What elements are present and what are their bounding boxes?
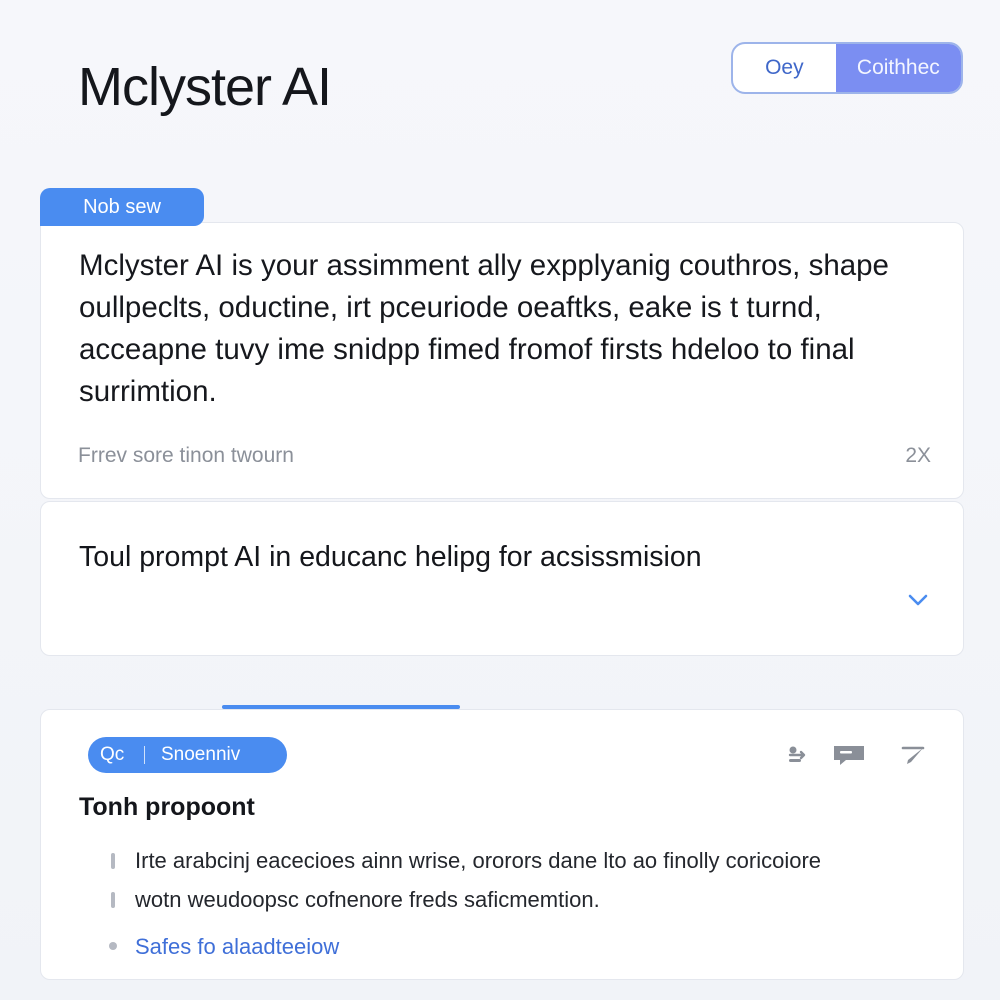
list-item-text: Irte arabcinj eacecioes ainn wrise, oror…	[135, 848, 822, 873]
prompt-card[interactable]: Toul prompt AI in educanc helipg for acs…	[40, 501, 964, 656]
view-toggle[interactable]: Oey Coithhec	[731, 42, 963, 94]
toggle-option-right[interactable]: Coithhec	[835, 44, 961, 92]
search-pill[interactable]: Qc Snoenniv	[88, 737, 287, 773]
bullet-list: Irte arabcinj eacecioes ainn wrise, oror…	[105, 841, 925, 966]
share-icon[interactable]	[785, 742, 815, 768]
bullet-marker	[111, 892, 115, 908]
workspace-card: Qc Snoenniv Tonh propoont Irte arabcinj …	[40, 709, 964, 980]
comment-icon[interactable]	[831, 742, 867, 768]
list-item-link[interactable]: Safes fo alaadteeiow	[105, 927, 925, 966]
bullet-dot	[109, 942, 117, 950]
search-pill-prefix: Qc	[100, 744, 125, 765]
search-pill-separator	[144, 746, 145, 764]
list-item: Irte arabcinj eacecioes ainn wrise, oror…	[105, 841, 925, 880]
chevron-down-icon[interactable]	[907, 592, 929, 608]
list-item-text: wotn weudoopsc cofnenore freds saficmemt…	[135, 887, 600, 912]
link-text[interactable]: Safes fo alaadteeiow	[135, 934, 339, 959]
intro-description: Mclyster AI is your assimment ally exppl…	[79, 249, 889, 408]
progress-indicator	[222, 705, 460, 709]
intro-card: Mclyster AI is your assimment ally exppl…	[40, 222, 964, 499]
search-pill-label: Snoenniv	[161, 744, 241, 765]
intro-footnote: Frrev sore tinon twourn	[78, 444, 294, 467]
toggle-option-left[interactable]: Oey	[733, 44, 836, 92]
intro-tag: Nob sew	[40, 188, 204, 226]
bullet-marker	[111, 853, 115, 869]
list-item: wotn weudoopsc cofnenore freds saficmemt…	[105, 880, 925, 919]
section-title: Tonh propoont	[79, 793, 255, 821]
prompt-text: Toul prompt AI in educanc helipg for acs…	[79, 541, 702, 573]
edit-icon[interactable]	[899, 742, 929, 768]
app-title: Mclyster AI	[78, 57, 332, 117]
intro-count: 2X	[905, 444, 931, 467]
